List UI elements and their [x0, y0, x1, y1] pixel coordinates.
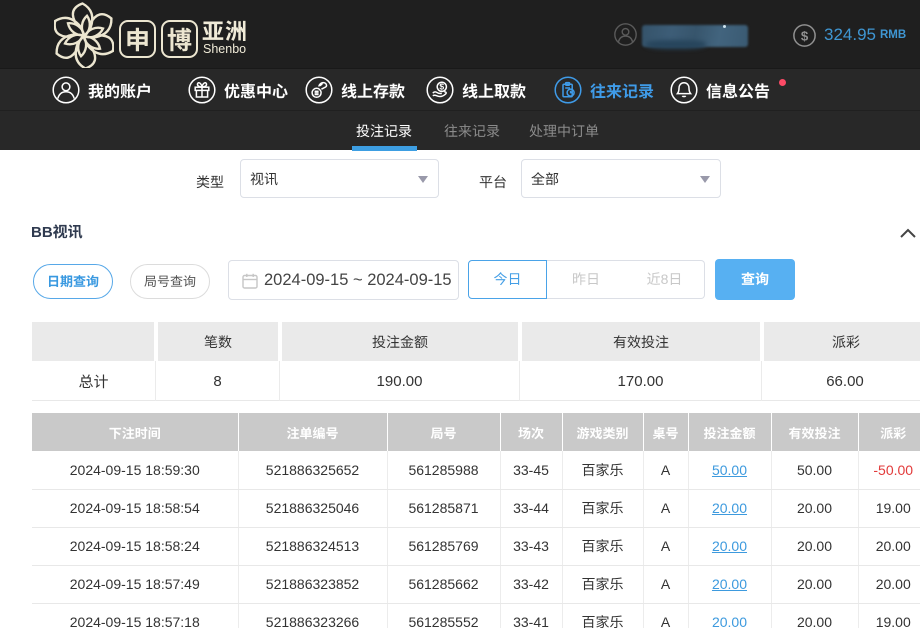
svg-text:$: $	[439, 82, 444, 92]
svg-text:$: $	[801, 28, 809, 43]
